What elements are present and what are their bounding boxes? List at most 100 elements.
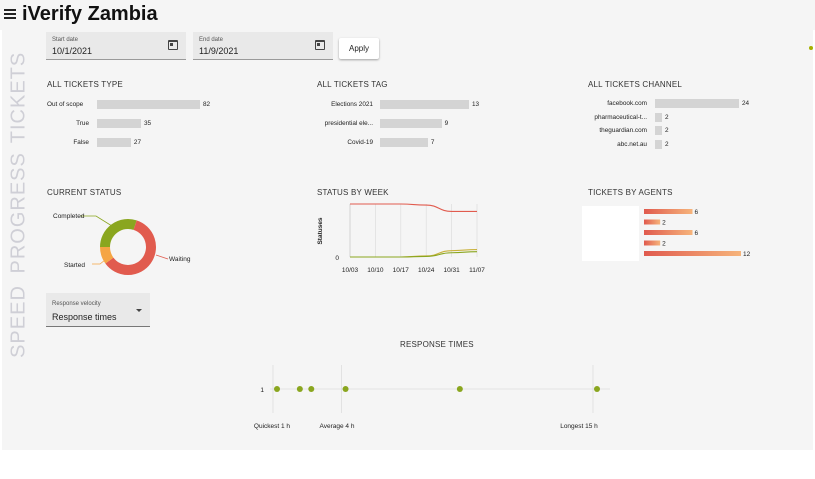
status-dot — [809, 46, 813, 50]
x-tick-label: 11/07 — [469, 267, 485, 274]
agent-bar — [644, 219, 661, 225]
bar-value: 24 — [742, 100, 750, 107]
app-title: iVerify Zambia — [22, 3, 158, 25]
agent-bar-value: 12 — [743, 251, 751, 258]
response-dot — [308, 386, 315, 392]
response-label-longest: Longest 15 h — [560, 423, 598, 430]
bar-label: Covid-19 — [347, 139, 373, 146]
bar-label: True — [76, 120, 89, 127]
agent-bar-value: 6 — [695, 230, 699, 237]
section-label-progress: PROGRESS — [7, 152, 30, 274]
start-date-field[interactable]: Start date 10/1/2021 — [46, 32, 186, 60]
agent-bar — [644, 240, 661, 246]
response-dot — [274, 386, 280, 392]
bar-label: False — [73, 139, 89, 146]
response-dot — [456, 386, 463, 392]
bar-label-row: False — [47, 138, 89, 148]
x-tick-label: 10/31 — [443, 267, 460, 274]
section-label-tickets: TICKETS — [7, 51, 30, 144]
status-by-week-chart: 10/03 10/10 10/17 10/24 10/31 11/07 0 Statuses — [317, 203, 485, 274]
bar-value: 2 — [665, 140, 669, 148]
current-status-title: CURRENT STATUS — [47, 188, 122, 197]
response-times-chart: 1 Quickest 1 h Average 4 h Longest 15 h — [254, 365, 610, 430]
bar-value: 82 — [203, 101, 211, 108]
bar — [97, 100, 200, 109]
bar — [655, 139, 662, 149]
status-line-0 — [350, 203, 477, 212]
chevron-down-icon — [136, 309, 142, 312]
status-line-1 — [350, 249, 478, 258]
bar-label: Out of scope — [47, 101, 84, 108]
x-tick-label: 10/03 — [342, 267, 359, 274]
x-tick-label: 10/24 — [418, 267, 435, 274]
end-date-label: End date — [199, 37, 224, 43]
calendar-icon[interactable] — [315, 40, 325, 50]
tickets-by-agents-chart: 6 2 6 2 12 — [644, 209, 751, 258]
bar-value: 9 — [444, 120, 449, 127]
bar-label: theguardian.com — [599, 127, 647, 134]
response-dot — [342, 386, 349, 392]
end-date-value: 11/9/2021 — [199, 46, 239, 56]
response-dot — [296, 386, 303, 392]
bar-value: 2 — [665, 113, 669, 121]
donut-slice-completed — [100, 219, 137, 248]
bar-label-row: presidential ele... — [310, 119, 373, 129]
y-tick-label: 1 — [260, 387, 264, 394]
bar-value: 7 — [430, 139, 435, 146]
bar — [655, 126, 662, 135]
bar-label: pharmaceutical-t... — [594, 113, 647, 121]
bar-value: 35 — [143, 120, 152, 127]
response-velocity-select[interactable]: Response velocity Response times — [46, 293, 150, 327]
bar — [97, 119, 141, 128]
bar-label-row: Covid-19 — [310, 138, 373, 148]
response-label-quickest: Quickest 1 h — [254, 423, 291, 430]
donut-label-started: Started — [64, 262, 85, 269]
bar-label: abc.net.au — [617, 140, 647, 148]
response-label-average: Average 4 h — [320, 423, 355, 430]
status-by-week-title: STATUS BY WEEK — [317, 188, 389, 197]
apply-button[interactable]: Apply — [339, 38, 379, 59]
agent-bar-value: 2 — [662, 241, 666, 248]
calendar-icon[interactable] — [168, 40, 178, 50]
bar-value: 27 — [133, 139, 142, 146]
tickets-by-agents-title: TICKETS BY AGENTS — [588, 188, 673, 197]
bar — [380, 100, 469, 109]
agent-bar — [644, 251, 741, 256]
status-line-2 — [350, 251, 478, 258]
agent-bar — [644, 209, 693, 214]
current-status-chart: Completed Started Waiting — [53, 213, 191, 275]
agent-bar-value: 2 — [662, 220, 666, 227]
bar — [655, 99, 739, 108]
agent-bar-value: 6 — [695, 209, 699, 216]
bar-label: facebook.com — [607, 100, 647, 107]
end-date-field[interactable]: End date 11/9/2021 — [193, 32, 333, 60]
x-tick-label: 10/17 — [393, 267, 410, 274]
start-date-label: Start date — [52, 37, 79, 43]
donut-label-waiting: Waiting — [169, 256, 191, 263]
bar — [655, 112, 662, 122]
bar-label-row: Out of scope — [47, 100, 89, 110]
hamburger-menu-icon[interactable] — [4, 8, 17, 20]
top-bar: iVerify Zambia — [0, 0, 815, 30]
response-velocity-value: Response times — [52, 312, 117, 322]
response-velocity-label: Response velocity — [52, 301, 101, 307]
bar-label-row: abc.net.au — [580, 140, 647, 150]
agent-avatars-panel — [582, 206, 639, 261]
donut-label-completed: Completed — [53, 213, 85, 220]
start-date-value: 10/1/2021 — [52, 46, 93, 56]
bar-label-row: True — [47, 119, 89, 129]
bar-label-row: Elections 2021 — [310, 100, 373, 110]
agent-bar — [644, 230, 693, 235]
tickets-channel-title: ALL TICKETS CHANNEL — [588, 80, 683, 89]
tickets-type-title: ALL TICKETS TYPE — [47, 80, 123, 89]
bar-value: 2 — [665, 127, 669, 134]
tickets-tag-title: ALL TICKETS TAG — [317, 80, 388, 89]
section-label-speed: SPEED — [7, 285, 30, 358]
bar-label: Elections 2021 — [331, 101, 373, 108]
response-dot — [594, 386, 600, 392]
bar — [97, 138, 131, 147]
y-tick-label: 0 — [335, 255, 339, 262]
bar-label-row: facebook.com — [580, 99, 647, 109]
bar-value: 13 — [472, 101, 480, 108]
x-tick-label: 10/10 — [367, 267, 384, 274]
